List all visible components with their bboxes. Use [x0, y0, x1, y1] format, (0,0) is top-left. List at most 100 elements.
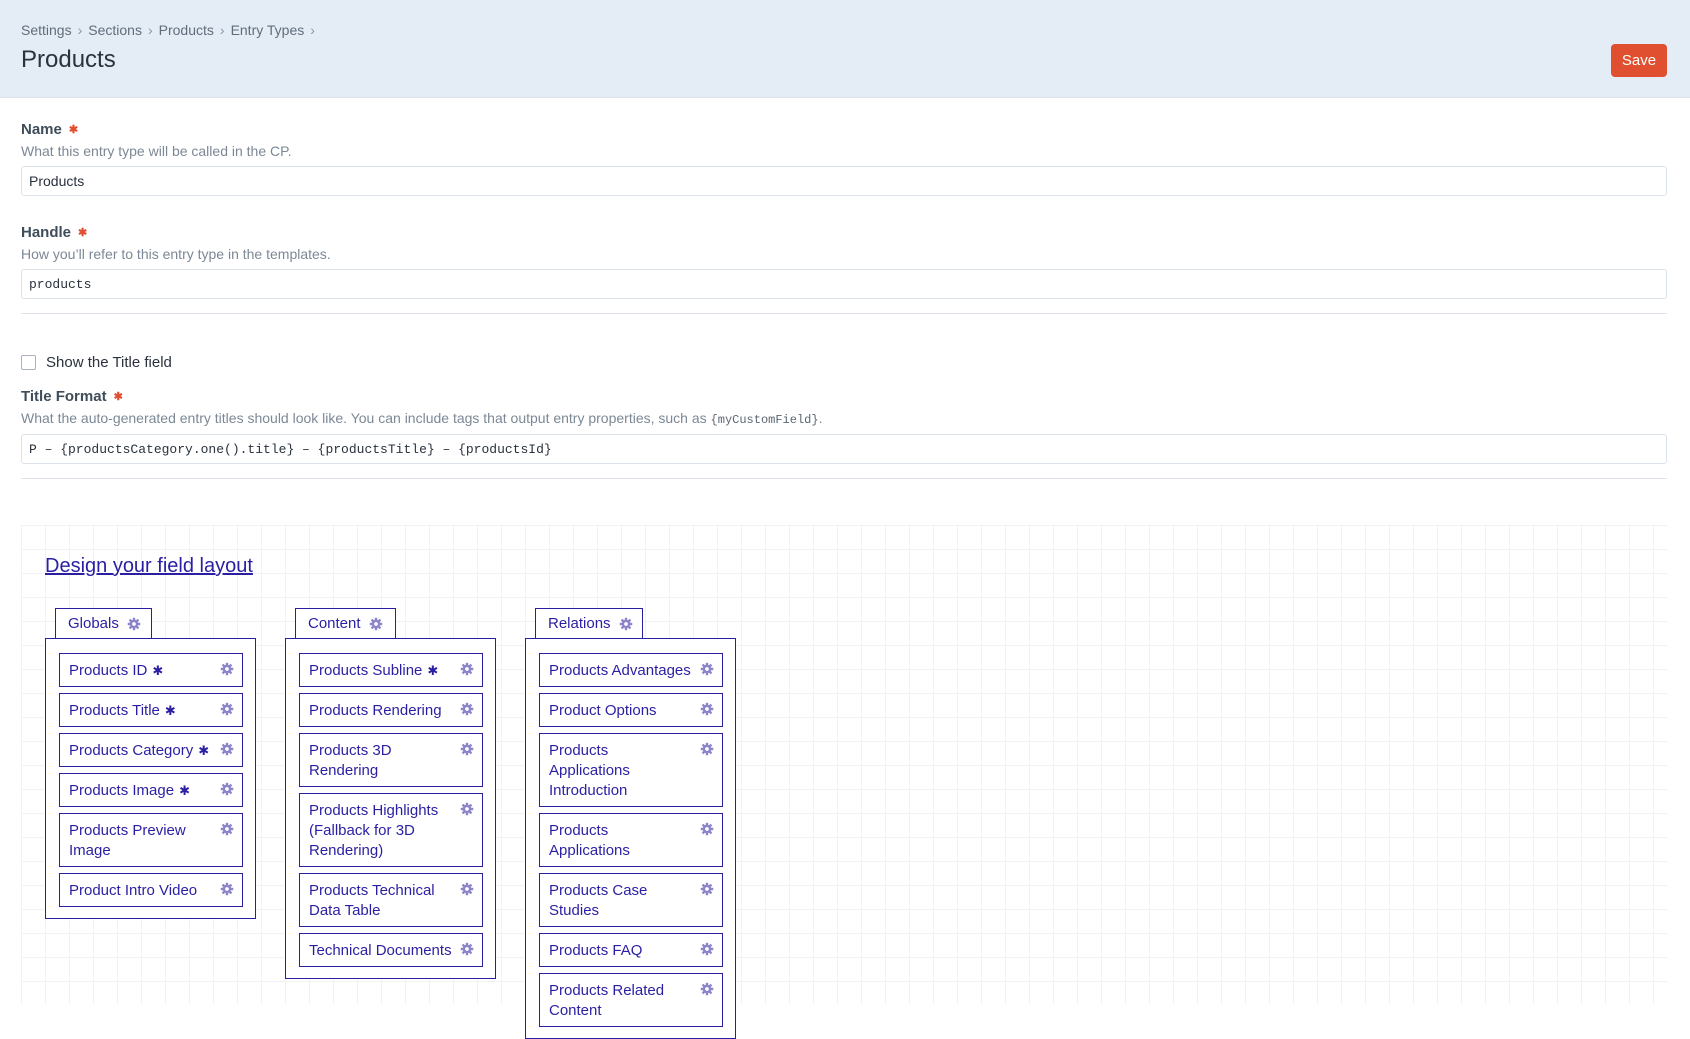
gear-icon[interactable]	[700, 982, 714, 996]
breadcrumb-separator-icon: ›	[310, 22, 315, 38]
layout-field-item[interactable]: Products Rendering	[299, 693, 483, 727]
instructions-code: {myCustomField}	[710, 413, 819, 427]
layout-field-item[interactable]: Products Applications	[539, 813, 723, 867]
gear-icon[interactable]	[220, 822, 234, 836]
breadcrumb-item-products[interactable]: Products ›	[159, 22, 231, 38]
asterisk-icon: ✱	[198, 743, 210, 758]
gear-icon[interactable]	[700, 662, 714, 676]
breadcrumb-item-sections[interactable]: Sections ›	[88, 22, 158, 38]
layout-field-label[interactable]: Products Subline	[309, 662, 422, 679]
layout-field-item[interactable]: Products Subline ✱	[299, 653, 483, 687]
layout-field-label[interactable]: Products Rendering	[309, 702, 442, 719]
gear-icon[interactable]	[220, 742, 234, 756]
field-layout-grid	[21, 525, 1667, 1004]
title-format-instructions: What the auto-generated entry titles sho…	[21, 410, 1667, 427]
gear-icon[interactable]	[220, 702, 234, 716]
layout-field-item[interactable]: Products 3D Rendering	[299, 733, 483, 787]
breadcrumb-separator-icon: ›	[219, 22, 225, 38]
layout-field-label[interactable]: Products Preview Image	[69, 822, 186, 859]
layout-field-label[interactable]: Products ID	[69, 662, 147, 679]
layout-field-item[interactable]: Products Case Studies	[539, 873, 723, 927]
layout-field-label[interactable]: Products Applications Introduction	[549, 742, 630, 799]
asterisk-icon: ✱	[164, 703, 176, 718]
layout-field-label[interactable]: Products Applications	[549, 822, 630, 859]
gear-icon[interactable]	[460, 662, 474, 676]
layout-field-label[interactable]: Technical Documents	[309, 942, 452, 959]
name-label: Name ✱	[21, 121, 1667, 138]
breadcrumb-item-settings[interactable]: Settings ›	[21, 22, 88, 38]
breadcrumb-link[interactable]: Entry Types	[231, 22, 305, 38]
layout-field-item[interactable]: Products Image ✱	[59, 773, 243, 807]
layout-tab-label[interactable]: Relations	[548, 615, 611, 632]
name-instructions: What this entry type will be called in t…	[21, 143, 292, 159]
layout-tab-fields-box: Products ID ✱ Products Title ✱ Products Cate…	[45, 638, 256, 919]
page-title: Products	[21, 46, 116, 73]
gear-icon[interactable]	[700, 882, 714, 896]
breadcrumb: Settings › Sections › Products › Entry Type…	[21, 22, 321, 38]
gear-icon[interactable]	[220, 662, 234, 676]
gear-icon[interactable]	[460, 702, 474, 716]
layout-field-label[interactable]: Products Related Content	[549, 982, 664, 1019]
gear-icon[interactable]	[619, 617, 633, 631]
breadcrumb-link[interactable]: Settings	[21, 22, 72, 38]
title-format-label: Title Format ✱	[21, 388, 1667, 405]
layout-tab-0[interactable]: Globals	[55, 608, 152, 638]
layout-field-label[interactable]: Products FAQ	[549, 942, 642, 959]
title-format-label-text: Title Format	[21, 388, 107, 405]
layout-tab-2[interactable]: Relations	[535, 608, 643, 638]
layout-field-item[interactable]: Products Technical Data Table	[299, 873, 483, 927]
gear-icon[interactable]	[369, 617, 383, 631]
gear-icon[interactable]	[460, 882, 474, 896]
breadcrumb-item-entry-types[interactable]: Entry Types ›	[231, 22, 321, 38]
gear-icon[interactable]	[700, 702, 714, 716]
layout-field-item[interactable]: Product Intro Video	[59, 873, 243, 907]
gear-icon[interactable]	[700, 742, 714, 756]
layout-field-item[interactable]: Products Advantages	[539, 653, 723, 687]
gear-icon[interactable]	[220, 882, 234, 896]
gear-icon[interactable]	[700, 822, 714, 836]
layout-field-label[interactable]: Products Case Studies	[549, 882, 647, 919]
required-icon: ✱	[113, 391, 123, 403]
layout-field-label[interactable]: Products Advantages	[549, 662, 691, 679]
gear-icon[interactable]	[460, 802, 474, 816]
name-input[interactable]	[21, 166, 1667, 196]
layout-field-label[interactable]: Products Category	[69, 742, 193, 759]
handle-input[interactable]	[21, 269, 1667, 299]
design-field-layout-link[interactable]: Design your field layout	[45, 555, 253, 578]
layout-field-item[interactable]: Products Title ✱	[59, 693, 243, 727]
gear-icon[interactable]	[460, 942, 474, 956]
show-title-row[interactable]: Show the Title field	[21, 354, 172, 371]
layout-field-item[interactable]: Products Applications Introduction	[539, 733, 723, 807]
layout-tab-label[interactable]: Content	[308, 615, 361, 632]
layout-field-item[interactable]: Product Options	[539, 693, 723, 727]
layout-field-label[interactable]: Products Title	[69, 702, 160, 719]
layout-field-item[interactable]: Products ID ✱	[59, 653, 243, 687]
layout-field-label[interactable]: Product Options	[549, 702, 657, 719]
layout-tab-1[interactable]: Content	[295, 608, 396, 638]
show-title-label[interactable]: Show the Title field	[46, 354, 172, 371]
show-title-checkbox[interactable]	[21, 355, 36, 370]
gear-icon[interactable]	[220, 782, 234, 796]
layout-field-item[interactable]: Products Preview Image	[59, 813, 243, 867]
layout-field-item[interactable]: Products FAQ	[539, 933, 723, 967]
layout-field-item[interactable]: Products Highlights (Fallback for 3D Ren…	[299, 793, 483, 867]
gear-icon[interactable]	[127, 617, 141, 631]
layout-field-item[interactable]: Products Related Content	[539, 973, 723, 1027]
title-format-input[interactable]	[21, 434, 1667, 464]
gear-icon[interactable]	[460, 742, 474, 756]
layout-tab-label[interactable]: Globals	[68, 615, 119, 632]
save-button[interactable]: Save	[1611, 44, 1667, 77]
layout-field-label[interactable]: Products Technical Data Table	[309, 882, 435, 919]
layout-field-label[interactable]: Products Image	[69, 782, 174, 799]
breadcrumb-link[interactable]: Sections	[88, 22, 142, 38]
layout-field-item[interactable]: Products Category ✱	[59, 733, 243, 767]
gear-icon[interactable]	[700, 942, 714, 956]
name-field: Name ✱ What this entry type will be calle…	[21, 121, 1667, 196]
layout-field-label[interactable]: Products 3D Rendering	[309, 742, 392, 779]
breadcrumb-link[interactable]: Products	[159, 22, 214, 38]
title-format-field: Title Format ✱ What the auto-generated en…	[21, 388, 1667, 464]
layout-field-label[interactable]: Product Intro Video	[69, 882, 197, 899]
asterisk-icon: ✱	[427, 663, 439, 678]
layout-field-label[interactable]: Products Highlights (Fallback for 3D Ren…	[309, 802, 438, 859]
layout-field-item[interactable]: Technical Documents	[299, 933, 483, 967]
